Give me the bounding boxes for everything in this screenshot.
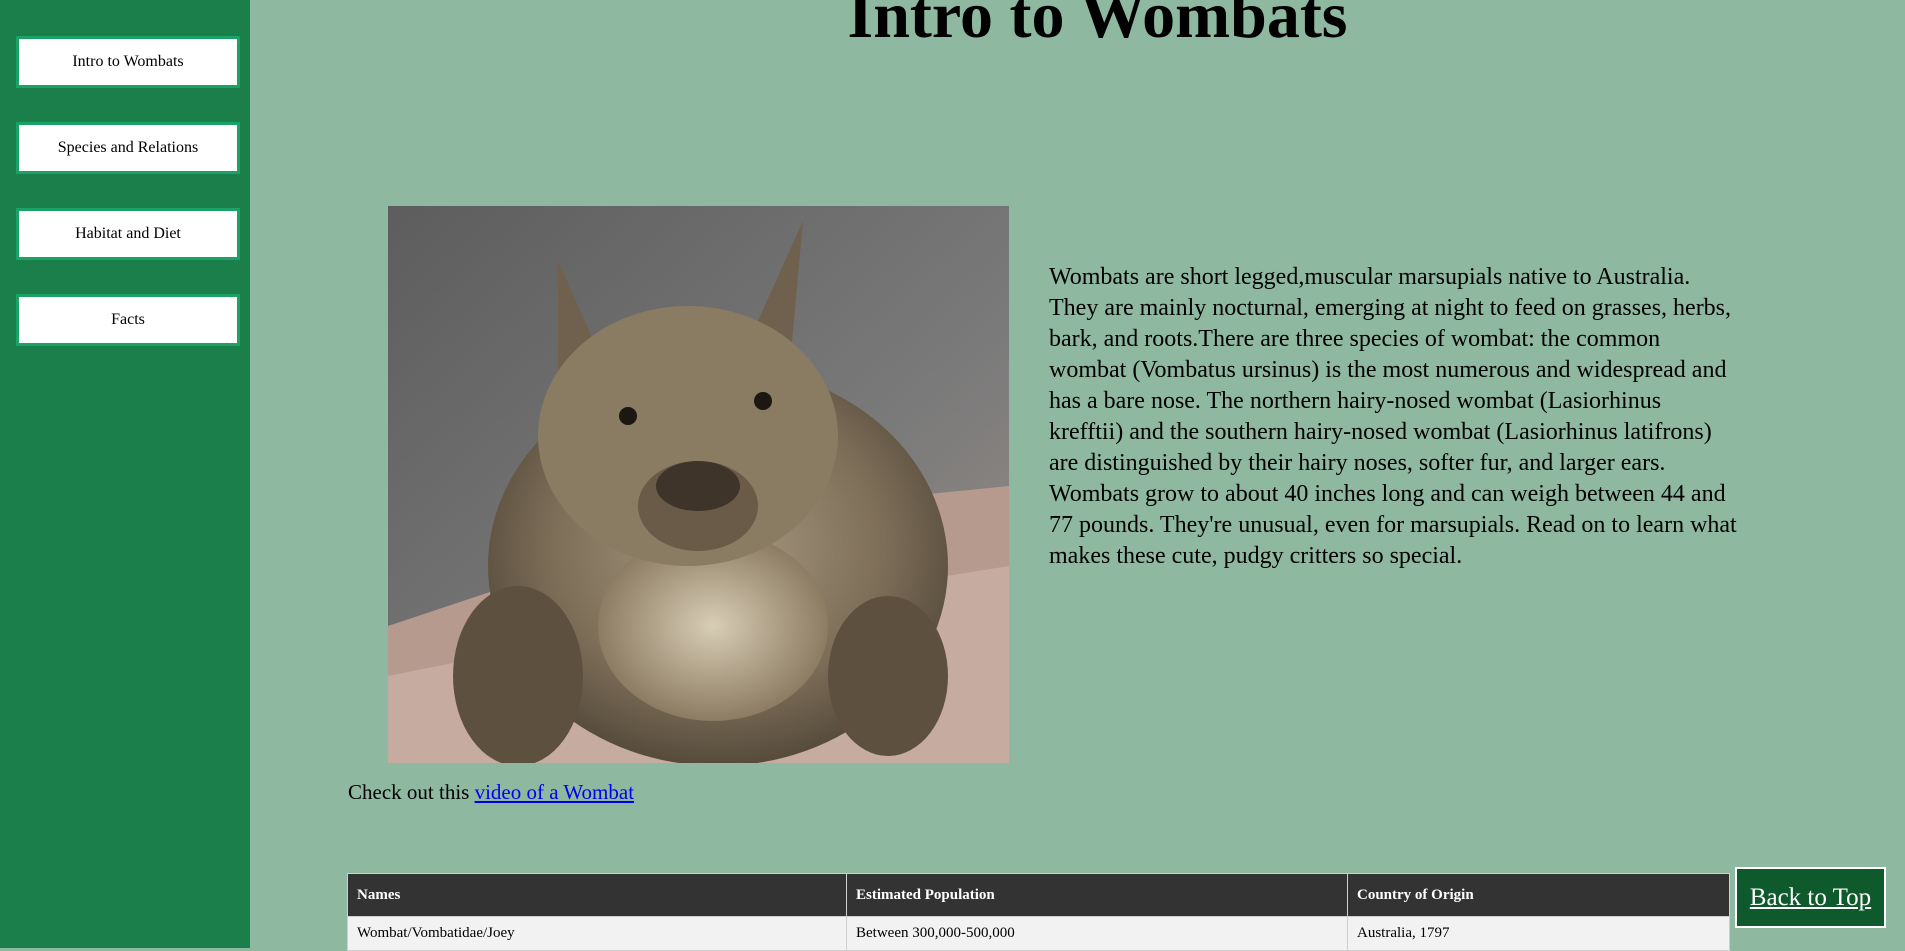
video-line: Check out this video of a Wombat: [348, 780, 634, 805]
sidebar-item-label: Intro to Wombats: [72, 53, 184, 70]
sidebar-item-label: Species and Relations: [57, 139, 199, 156]
intro-paragraph: Wombats are short legged,muscular marsup…: [1049, 264, 1737, 569]
sidebar: Intro to Wombats Species and Relations H…: [0, 0, 250, 948]
column-header-estimated-population: Estimated Population: [846, 873, 1348, 917]
wombat-photo: [388, 206, 1009, 763]
page-title: Intro to Wombats: [847, 0, 1348, 52]
table-cell: Between 300,000-500,000: [846, 916, 1348, 951]
sidebar-item-habitat-and-diet[interactable]: Habitat and Diet: [16, 208, 240, 260]
sidebar-item-species-and-relations[interactable]: Species and Relations: [16, 122, 240, 174]
column-header-country-of-origin: Country of Origin: [1347, 873, 1730, 917]
table-header-row: Names Estimated Population Country of Or…: [347, 873, 1730, 917]
column-header-names: Names: [347, 873, 847, 917]
video-link[interactable]: video of a Wombat: [475, 780, 634, 804]
sidebar-item-label: Habitat and Diet: [75, 225, 181, 242]
main-content: Intro to Wombats Wombats are short legge…: [250, 0, 1905, 951]
table-cell: Australia, 1797: [1347, 916, 1730, 951]
sidebar-item-facts[interactable]: Facts: [16, 294, 240, 346]
sidebar-item-intro-to-wombats[interactable]: Intro to Wombats: [16, 36, 240, 88]
video-line-prefix: Check out this: [348, 780, 475, 804]
wombat-info-table: Names Estimated Population Country of Or…: [347, 873, 1730, 951]
back-to-top-button[interactable]: Back to Top: [1735, 867, 1886, 928]
sidebar-item-label: Facts: [111, 311, 145, 328]
table-row: Wombat/Vombatidae/Joey Between 300,000-5…: [347, 916, 1730, 951]
table-cell: Wombat/Vombatidae/Joey: [347, 916, 847, 951]
